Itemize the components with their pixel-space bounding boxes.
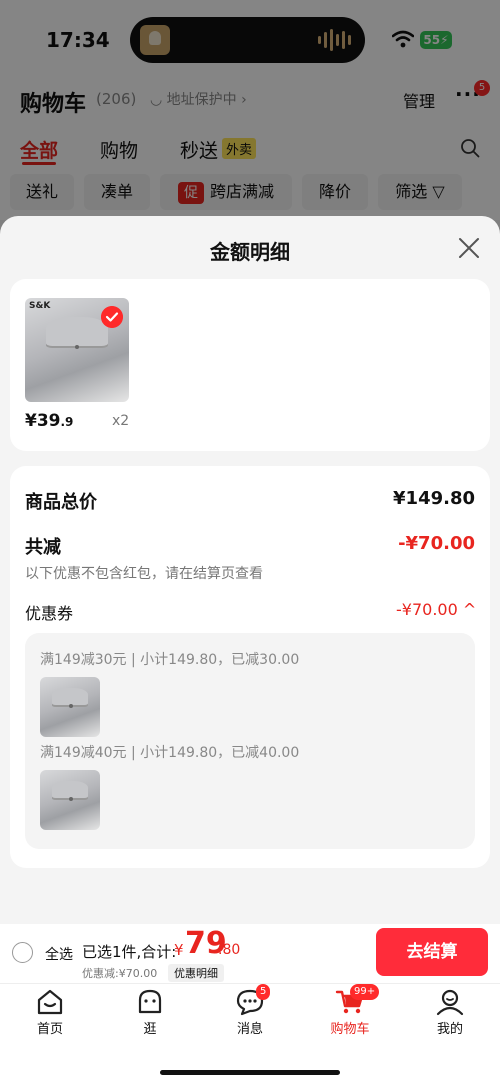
browse-icon (138, 989, 162, 1014)
nav-profile[interactable]: 我的 (410, 988, 490, 1037)
total-decimal: .80 (218, 942, 241, 958)
discount-detail-link[interactable]: 优惠明细 (168, 964, 224, 982)
total-value: ¥149.80 (393, 488, 475, 509)
select-all-radio[interactable] (12, 942, 33, 963)
coupon-toggle[interactable]: -¥70.00 ^ (396, 600, 476, 619)
selected-check-icon (101, 306, 123, 328)
coupon-product-image (40, 770, 100, 830)
cart-badge: 99+ (350, 984, 380, 1000)
item-quantity: x2 (112, 413, 130, 429)
coupon-product-image (40, 677, 100, 737)
sheet-title: 金额明细 (210, 240, 290, 264)
total-currency: ¥ (174, 941, 184, 959)
home-icon (37, 989, 63, 1015)
divider (0, 983, 500, 984)
close-icon[interactable] (457, 236, 481, 260)
discount-note: 以下优惠不包含红包，请在结算页查看 (25, 566, 263, 582)
coupon-label: 优惠券 (25, 604, 74, 623)
home-indicator (160, 1070, 340, 1075)
nav-home[interactable]: 首页 (10, 988, 90, 1037)
selected-summary: 已选1件,合计: (82, 943, 177, 961)
select-all-label[interactable]: 全选 (45, 944, 73, 964)
nav-cart[interactable]: 购物车 99+ (310, 984, 390, 1037)
chevron-up-icon: ^ (462, 600, 477, 619)
checkout-button[interactable]: 去结算 (376, 928, 488, 976)
coupon-line: 满149减40元 | 小计149.80，已减40.00 (40, 745, 300, 761)
item-price: ¥39.9 (25, 411, 74, 431)
messages-badge: 5 (256, 984, 271, 1000)
total-label: 商品总价 (25, 492, 97, 513)
coupon-line: 满149减30元 | 小计149.80，已减30.00 (40, 652, 300, 668)
nav-messages[interactable]: 消息 5 (210, 984, 290, 1037)
profile-icon (436, 989, 464, 1016)
nav-browse[interactable]: 逛 (110, 988, 190, 1037)
discount-amount: 优惠减:¥70.00 (82, 967, 158, 980)
product-logo: S&K (29, 301, 51, 311)
reduce-value: -¥70.00 (398, 533, 475, 554)
reduce-label: 共减 (25, 537, 61, 558)
